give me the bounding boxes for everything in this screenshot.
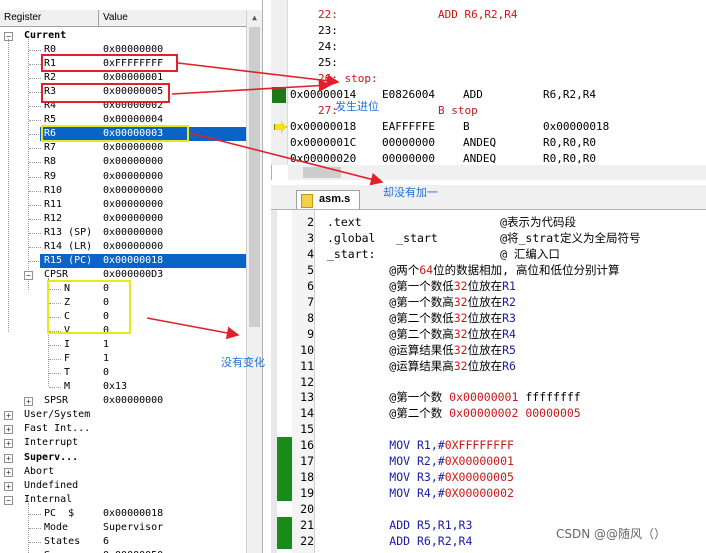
annotation-not-incremented: 却没有加一 xyxy=(383,186,438,199)
annotation-carry: 发生进位 xyxy=(335,100,379,113)
annotation-no-change: 没有变化 xyxy=(221,356,265,369)
arrow-r3-to-carry xyxy=(171,79,332,95)
watermark: CSDN @@随风（） xyxy=(556,527,667,541)
arrow-flags-to-no-change xyxy=(146,317,240,340)
arrow-r1-to-carry xyxy=(177,62,340,88)
arrow-r6-to-not-incremented xyxy=(189,132,384,186)
annotation-arrows xyxy=(146,62,384,340)
